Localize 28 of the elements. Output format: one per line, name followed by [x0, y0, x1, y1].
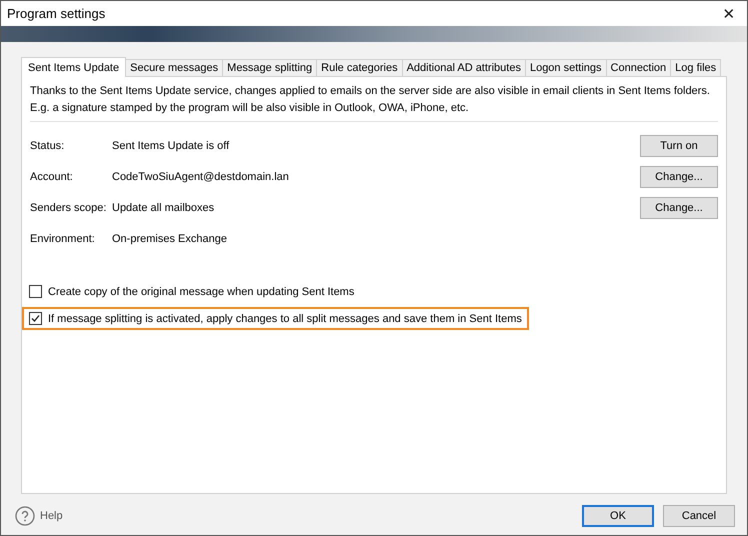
checkbox[interactable]: [29, 285, 42, 298]
action-button[interactable]: Change...: [640, 166, 718, 188]
dialog-button[interactable]: Cancel: [663, 505, 735, 527]
field-value: On-premises Exchange: [112, 232, 228, 244]
description-text: Thanks to the Sent Items Update service, changes applied to emails on the server side are also visible in email clients in Sent Items folders. E.g. a signature stamped by the program will be also visible in Outlook, OWA, iPhone, etc.: [30, 83, 718, 122]
field-value: CodeTwoSiuAgent@destdomain.lan: [112, 170, 290, 182]
field-value: Update all mailboxes: [112, 202, 216, 214]
field-label: Account:: [30, 170, 74, 182]
field-label: Status:: [30, 140, 66, 152]
window-title: Program settings: [7, 6, 106, 21]
field-value: Sent Items Update is off: [112, 140, 230, 152]
tab[interactable]: Log files: [670, 59, 722, 76]
field-label: Senders scope:: [30, 202, 108, 214]
dialog-button[interactable]: OK: [582, 505, 654, 527]
checkbox-label: Create copy of the original message when updating Sent Items: [48, 286, 354, 298]
tab[interactable]: Secure messages: [125, 59, 224, 76]
checkbox[interactable]: [29, 312, 42, 325]
help-link[interactable]: Help: [40, 510, 63, 522]
close-button[interactable]: ✕: [717, 4, 741, 22]
tab[interactable]: Rule categories: [316, 59, 403, 76]
action-button[interactable]: Change...: [640, 196, 718, 218]
checkbox-label: If message splitting is activated, apply changes to all split messages and save them in Sent Items: [48, 312, 522, 324]
tab[interactable]: Logon settings: [524, 59, 607, 76]
tab[interactable]: Message splitting: [222, 59, 318, 76]
help-icon[interactable]: [15, 506, 35, 526]
tab[interactable]: Sent Items Update: [21, 57, 126, 77]
action-button[interactable]: Turn on: [640, 134, 718, 156]
field-label: Environment:: [30, 232, 96, 244]
